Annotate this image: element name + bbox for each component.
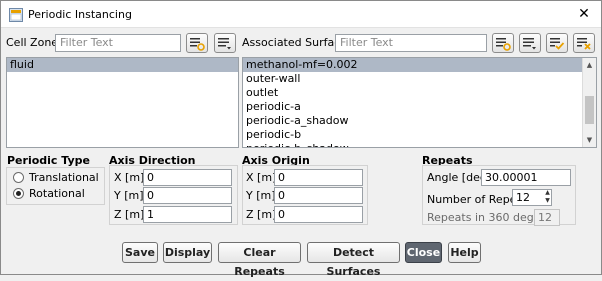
list-item[interactable]: periodic-a_shadow	[243, 114, 596, 128]
surfaces-filter-input[interactable]: Filter Text	[335, 34, 487, 52]
list-item[interactable]: methanol-mf=0.002	[243, 58, 596, 72]
title-bar: Periodic Instancing ✕	[1, 1, 601, 28]
clear-repeats-button[interactable]: Clear Repeats	[218, 242, 301, 278]
list-dropdown-icon	[523, 38, 536, 50]
list-dropdown-icon	[218, 38, 231, 50]
close-icon[interactable]: ✕	[575, 5, 593, 23]
list-item[interactable]: periodic-b	[243, 128, 596, 142]
periodic-instancing-dialog: Periodic Instancing ✕ Cell Zones Filter …	[0, 0, 602, 278]
axis-direction-x-label: X [m]	[114, 171, 145, 184]
axis-direction-z-input[interactable]: 1	[143, 206, 232, 223]
dialog-title: Periodic Instancing	[28, 8, 132, 21]
surfaces-select-checked-button[interactable]	[546, 33, 568, 53]
list-item[interactable]: periodic-a	[243, 100, 596, 114]
scroll-down-icon[interactable]: ▼	[583, 134, 596, 146]
surfaces-select-all-button[interactable]	[492, 33, 514, 53]
rotational-label[interactable]: Rotational	[29, 187, 85, 200]
cell-zones-filter-input[interactable]: Filter Text	[55, 34, 181, 52]
translational-label[interactable]: Translational	[29, 171, 99, 184]
number-of-repeats-stepper[interactable]: ▲ ▼	[542, 189, 553, 206]
rotational-radio[interactable]	[13, 188, 24, 199]
list-clear-icon	[577, 38, 591, 50]
list-item[interactable]: outlet	[243, 86, 596, 100]
axis-origin-z-input[interactable]: 0	[274, 206, 363, 223]
surfaces-options-button[interactable]	[519, 33, 541, 53]
list-item[interactable]: periodic-b_shadow	[243, 142, 596, 147]
detect-surfaces-button[interactable]: Detect Surfaces	[307, 242, 400, 278]
list-check-icon	[550, 38, 565, 50]
axis-direction-y-label: Y [m]	[114, 189, 144, 202]
scroll-up-icon[interactable]: ▲	[583, 59, 596, 71]
angle-input[interactable]: 30.00001	[481, 169, 571, 186]
axis-origin-x-input[interactable]: 0	[274, 169, 363, 186]
surfaces-scrollbar[interactable]: ▲ ▼	[582, 58, 596, 147]
app-icon	[9, 8, 23, 22]
axis-origin-x-label: X [m]	[246, 171, 277, 184]
display-button[interactable]: Display	[163, 242, 212, 263]
surfaces-deselect-all-button[interactable]	[573, 33, 595, 53]
cell-zones-select-all-button[interactable]	[186, 33, 208, 53]
close-button[interactable]: Close	[405, 242, 442, 263]
axis-direction-x-input[interactable]: 0	[143, 169, 232, 186]
spin-down-icon[interactable]: ▼	[542, 197, 553, 205]
repeats-in-360-value: 12	[534, 209, 560, 226]
axis-origin-y-input[interactable]: 0	[274, 187, 363, 204]
periodic-type-label: Periodic Type	[7, 154, 90, 167]
filter-list-icon	[496, 38, 511, 51]
associated-surfaces-list[interactable]: methanol-mf=0.002 outer-wall outlet peri…	[242, 57, 597, 148]
axis-origin-z-label: Z [m]	[246, 208, 277, 221]
save-button[interactable]: Save	[122, 242, 158, 263]
list-item[interactable]: fluid	[7, 58, 238, 72]
scroll-thumb[interactable]	[585, 96, 594, 124]
list-item[interactable]: outer-wall	[243, 72, 596, 86]
cell-zones-list[interactable]: fluid	[6, 57, 239, 148]
filter-list-icon	[190, 38, 205, 51]
translational-radio[interactable]	[13, 172, 24, 183]
help-button[interactable]: Help	[448, 242, 481, 263]
axis-direction-z-label: Z [m]	[114, 208, 145, 221]
axis-direction-y-input[interactable]: 0	[143, 187, 232, 204]
cell-zones-options-button[interactable]	[214, 33, 236, 53]
spin-up-icon[interactable]: ▲	[542, 189, 553, 197]
axis-origin-y-label: Y [m]	[246, 189, 276, 202]
